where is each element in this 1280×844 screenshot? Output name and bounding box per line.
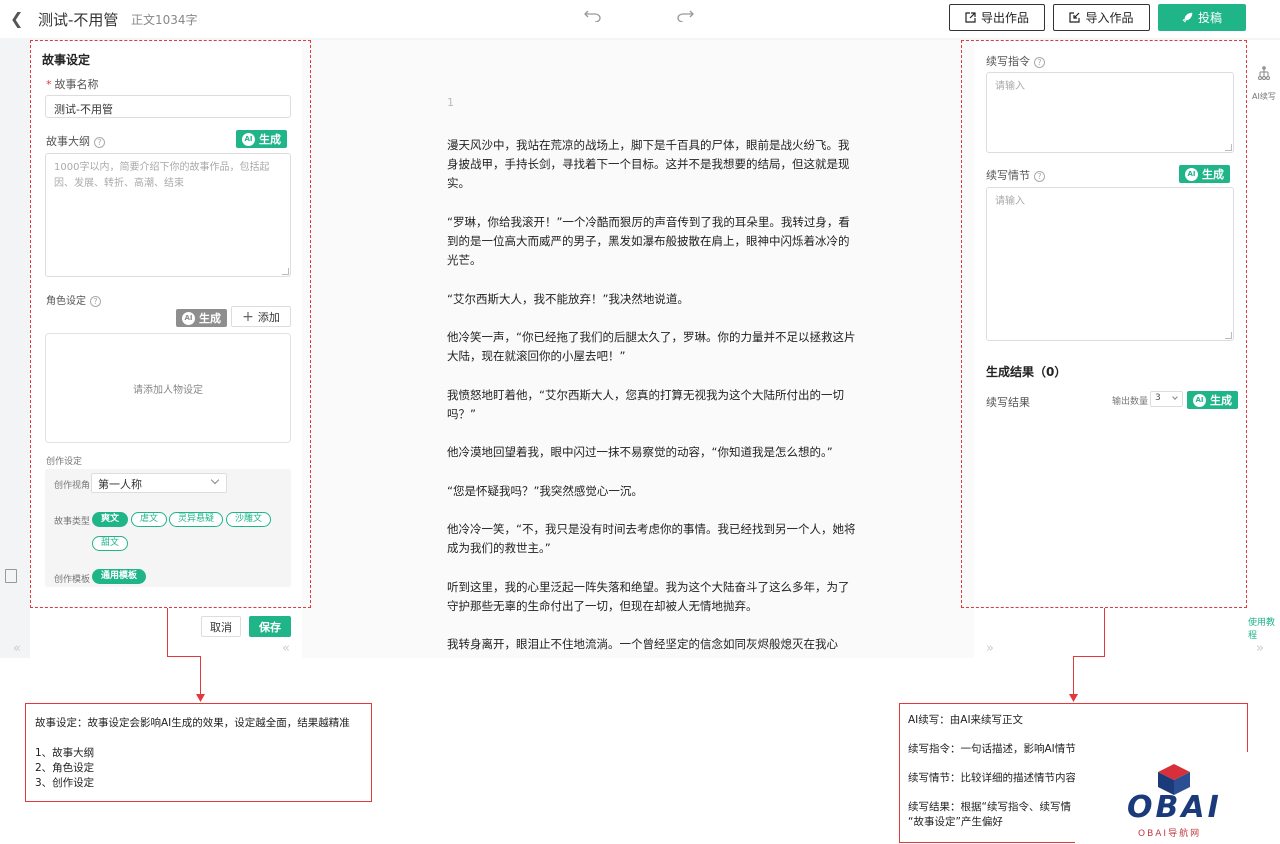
arrow-down-icon — [1069, 694, 1078, 702]
note-line: AI续写：由AI来续写正文 — [908, 714, 1024, 726]
paragraph: 他冷笑一声，“你已经拖了我们的后腿太久了，罗琳。你的力量并不足以拯救这片大陆，现… — [447, 329, 856, 364]
export-label: 导出作品 — [980, 11, 1029, 25]
collapse-panel-icon[interactable]: « — [282, 641, 290, 656]
collapse-left-icon[interactable]: « — [13, 641, 21, 656]
export-button[interactable]: 导出作品 — [949, 4, 1045, 31]
cancel-button[interactable]: 取消 — [201, 616, 241, 637]
note-line: 续写指令：一句话描述，影响AI情节 — [908, 743, 1076, 755]
document-icon[interactable] — [5, 569, 17, 583]
note-line: 续写情节：比较详细的描述情节内容 — [908, 772, 1076, 784]
save-button[interactable]: 保存 — [249, 616, 291, 637]
connector-line — [1104, 608, 1105, 656]
page-number: 1 — [447, 96, 454, 109]
import-label: 导入作品 — [1085, 11, 1134, 25]
connector-line — [200, 656, 201, 696]
paragraph: 听到这里，我的心里泛起一阵失落和绝望。我为这个大陆奋斗了这么多年，为了守护那些无… — [447, 579, 850, 613]
word-count: 正文1034字 — [131, 13, 198, 27]
import-icon — [1069, 12, 1081, 23]
ai-continue-rail-label[interactable]: AI续写 — [1252, 91, 1276, 102]
paragraph: 他冷冷一笑，“不，我只是没有时间去考虑你的事情。我已经找到另一个人，她将成为我们… — [447, 521, 856, 556]
paragraph: “罗琳，你给我滚开！”一个冷酷而狠厉的声音传到了我的耳朵里。我转过身，看到的是一… — [447, 214, 850, 268]
connector-line — [1073, 656, 1105, 657]
note-title: 故事设定：故事设定会影响AI生成的效果，设定越全面，结果越精准 — [35, 717, 350, 729]
story-text[interactable]: 漫天风沙中，我站在荒凉的战场上，脚下是千百具的尸体，眼前是战火纷飞。我身披战甲，… — [447, 136, 859, 658]
undo-icon[interactable] — [584, 8, 602, 22]
note-line: “故事设定”产生偏好 — [908, 816, 1003, 828]
watermark-subtitle: OBAI导航网 — [1138, 829, 1202, 839]
right-rail — [1246, 40, 1280, 658]
note-item: 1、故事大纲 — [35, 747, 95, 759]
ai-continue-icon[interactable] — [1258, 66, 1270, 82]
left-highlight-frame — [30, 40, 311, 608]
story-settings-note: 故事设定：故事设定会影响AI生成的效果，设定越全面，结果越精准 1、故事大纲 2… — [25, 703, 372, 802]
document-title: 测试-不用管 — [38, 11, 119, 29]
paragraph: “艾尔西斯大人，我不能放弃！”我决然地说道。 — [447, 291, 689, 306]
import-button[interactable]: 导入作品 — [1053, 4, 1150, 31]
connector-line — [1073, 656, 1074, 696]
rocket-icon — [1182, 12, 1193, 23]
connector-line — [167, 656, 201, 657]
expand-right-icon[interactable]: » — [1256, 641, 1264, 656]
tutorial-link[interactable]: 使用教程 — [1248, 615, 1280, 641]
submit-label: 投稿 — [1197, 11, 1222, 25]
paragraph: 他冷漠地回望着我，眼中闪过一抹不易察觉的动容，“你知道我是怎么想的。” — [447, 445, 833, 460]
paragraph: 我愤怒地盯着他，“艾尔西斯大人，您真的打算无视我为这个大陆所付出的一切吗？” — [447, 387, 844, 421]
watermark-logo: OBAI — [1127, 790, 1222, 825]
right-highlight-frame — [961, 40, 1247, 608]
export-icon — [965, 12, 976, 23]
note-item: 3、创作设定 — [35, 777, 95, 789]
top-bar: ❮ 测试-不用管 正文1034字 导出作品 导入作品 投稿 — [0, 0, 1280, 38]
note-line: 续写结果：根据“续写指令、续写情 — [908, 801, 1071, 813]
paragraph: 我转身离开，眼泪止不住地流淌。一个曾经坚定的信念如同灰烬般熄灭在我心 — [447, 637, 838, 652]
submit-button[interactable]: 投稿 — [1158, 4, 1246, 31]
paragraph: “您是怀疑我吗？”我突然感觉心一沉。 — [447, 483, 643, 498]
redo-icon[interactable] — [676, 8, 694, 22]
chevron-left-icon[interactable]: ❮ — [10, 9, 23, 28]
note-item: 2、角色设定 — [35, 762, 95, 774]
arrow-down-icon — [196, 694, 205, 702]
paragraph: 漫天风沙中，我站在荒凉的战场上，脚下是千百具的尸体，眼前是战火纷飞。我身披战甲，… — [447, 138, 850, 191]
expand-panel-icon[interactable]: » — [986, 641, 994, 656]
connector-line — [167, 608, 168, 656]
